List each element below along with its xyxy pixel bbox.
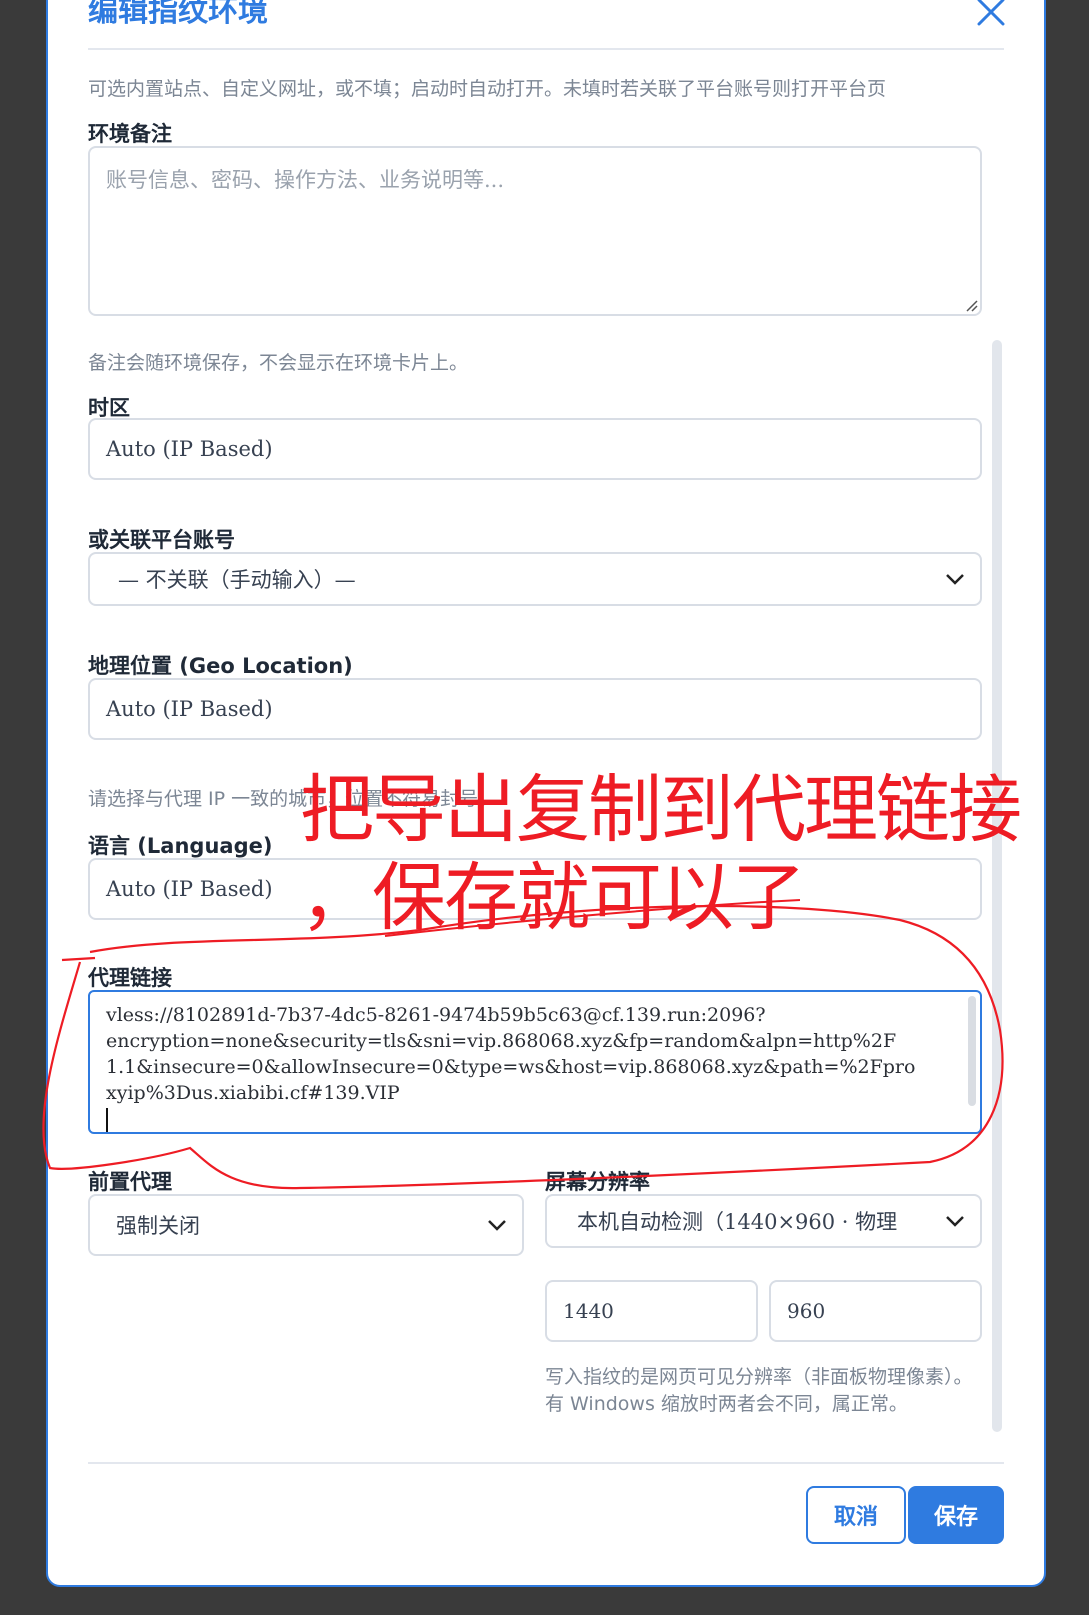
text-caret	[106, 1108, 108, 1132]
resize-handle-icon[interactable]	[964, 298, 978, 312]
proxy-link-textarea[interactable]: vless://8102891d-7b37-4dc5-8261-9474b59b…	[88, 990, 982, 1134]
proxy-line: vless://8102891d-7b37-4dc5-8261-9474b59b…	[106, 1004, 766, 1026]
language-label: 语言 (Language)	[88, 834, 273, 858]
front-proxy-select[interactable]: 强制关闭	[88, 1194, 524, 1256]
proxy-label: 代理链接	[88, 966, 172, 990]
notes-label: 环境备注	[88, 122, 172, 146]
geo-input[interactable]: Auto (IP Based)	[88, 678, 982, 740]
chevron-down-icon	[488, 1220, 506, 1231]
resolution-label: 屏幕分辨率	[545, 1170, 650, 1194]
annotation-line-1: 把导出复制到代理链接	[300, 767, 1022, 853]
header-divider	[88, 48, 1004, 50]
close-icon[interactable]	[975, 0, 1007, 28]
platform-account-value: — 不关联（手动输入）—	[118, 568, 356, 592]
resolution-hint: 写入指纹的是网页可见分辨率（非面板物理像素）。有 Windows 缩放时两者会不…	[545, 1366, 973, 1415]
platform-account-select[interactable]: — 不关联（手动输入）—	[88, 552, 982, 606]
save-button[interactable]: 保存	[908, 1486, 1004, 1544]
timezone-input[interactable]: Auto (IP Based)	[88, 418, 982, 480]
footer-divider	[88, 1462, 1004, 1464]
notes-hint: 备注会随环境保存，不会显示在环境卡片上。	[88, 352, 469, 374]
timezone-value: Auto (IP Based)	[106, 437, 273, 461]
proxy-line: 1.1&insecure=0&allowInsecure=0&type=ws&h…	[106, 1056, 916, 1078]
proxy-scrollbar[interactable]	[968, 996, 976, 1106]
annotation-line-2: ，保存就可以了	[300, 855, 806, 941]
geo-label: 地理位置 (Geo Location)	[88, 654, 353, 678]
front-proxy-value: 强制关闭	[116, 1214, 200, 1238]
url-hint: 可选内置站点、自定义网址，或不填；启动时自动打开。未填时若关联了平台账号则打开平…	[88, 78, 887, 100]
proxy-line: encryption=none&security=tls&sni=vip.868…	[106, 1030, 897, 1052]
cancel-button[interactable]: 取消	[806, 1486, 906, 1544]
resolution-width-value: 1440	[563, 1299, 614, 1323]
geo-value: Auto (IP Based)	[106, 697, 273, 721]
resolution-height-value: 960	[787, 1299, 826, 1323]
notes-placeholder: 账号信息、密码、操作方法、业务说明等...	[106, 168, 505, 192]
front-proxy-label: 前置代理	[88, 1170, 172, 1194]
chevron-down-icon	[946, 1216, 964, 1227]
proxy-line: xyip%3Dus.xiabibi.cf#139.VIP	[106, 1082, 400, 1104]
chevron-down-icon	[946, 574, 964, 585]
notes-textarea[interactable]: 账号信息、密码、操作方法、业务说明等...	[88, 146, 982, 316]
resolution-value: 本机自动检测（1440×960 · 物理	[577, 1210, 898, 1234]
language-value: Auto (IP Based)	[106, 877, 273, 901]
resolution-width-input[interactable]: 1440	[545, 1280, 758, 1342]
platform-account-label: 或关联平台账号	[88, 528, 235, 552]
form-scrollbar[interactable]	[992, 340, 1002, 1432]
resolution-height-input[interactable]: 960	[769, 1280, 982, 1342]
resolution-select[interactable]: 本机自动检测（1440×960 · 物理	[545, 1194, 982, 1248]
modal-title: 编辑指纹环境	[88, 0, 268, 29]
